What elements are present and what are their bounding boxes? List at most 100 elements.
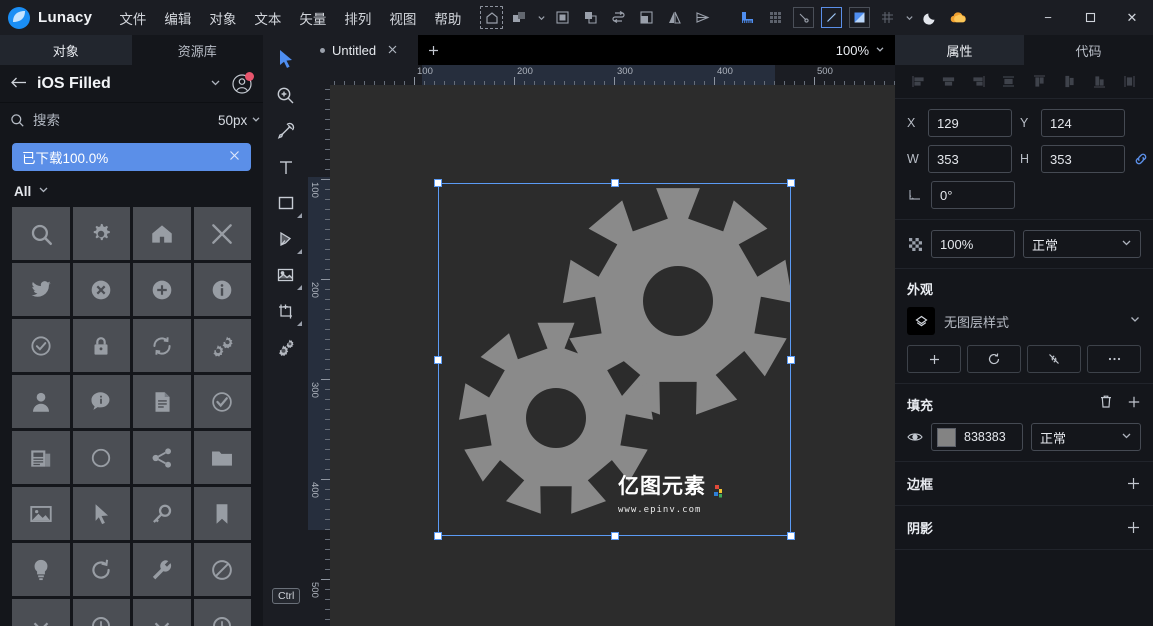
gradient-icon[interactable]: [846, 4, 873, 31]
align-left-icon[interactable]: [907, 71, 929, 93]
library-icon-cell[interactable]: [194, 319, 252, 372]
library-icon-cell[interactable]: [133, 487, 191, 540]
reset-style-button[interactable]: [967, 345, 1021, 373]
eyedropper-icon[interactable]: [269, 113, 303, 149]
distribute-vertical-icon[interactable]: [1119, 71, 1141, 93]
boolean-intersect-icon[interactable]: [577, 4, 604, 31]
close-button[interactable]: ✕: [1111, 0, 1153, 35]
fill-blend-mode-select[interactable]: 正常: [1031, 423, 1141, 451]
more-options-button[interactable]: [1087, 345, 1141, 373]
select-tool[interactable]: [269, 41, 303, 77]
menu-item-text[interactable]: 文本: [245, 4, 290, 32]
link-constrain-icon[interactable]: [1133, 151, 1149, 167]
library-icon-cell[interactable]: [133, 431, 191, 484]
menu-item-object[interactable]: 对象: [200, 4, 245, 32]
text-t-icon[interactable]: [269, 149, 303, 185]
add-border-icon[interactable]: [1126, 476, 1141, 491]
menu-item-vector[interactable]: 矢量: [290, 4, 335, 32]
library-icon-cell[interactable]: [73, 263, 131, 316]
selection-handle-s[interactable]: [611, 532, 619, 540]
library-icon-cell[interactable]: [12, 599, 70, 626]
selection-handle-ne[interactable]: [787, 179, 795, 187]
trash-icon[interactable]: [1099, 394, 1113, 414]
new-tab-button[interactable]: [418, 35, 448, 65]
minimize-button[interactable]: −: [1027, 0, 1069, 35]
line-tool-icon[interactable]: [818, 4, 845, 31]
add-shadow-icon[interactable]: [1126, 520, 1141, 535]
chevron-down-icon[interactable]: [534, 13, 548, 22]
library-icon-cell[interactable]: [194, 207, 252, 260]
flip-horizontal-icon[interactable]: [661, 4, 688, 31]
artboard-icon[interactable]: [478, 4, 505, 31]
zoom-level-select[interactable]: 100%: [836, 35, 895, 65]
library-icon-cell[interactable]: [133, 263, 191, 316]
menu-item-file[interactable]: 文件: [110, 4, 155, 32]
fill-swatch[interactable]: [937, 428, 956, 447]
add-fill-icon[interactable]: [1127, 395, 1141, 414]
menu-item-arrange[interactable]: 排列: [335, 4, 380, 32]
library-icon-cell[interactable]: [12, 543, 70, 596]
flip-vertical-icon[interactable]: [689, 4, 716, 31]
align-bottom-icon[interactable]: [1089, 71, 1111, 93]
boolean-difference-icon[interactable]: [605, 4, 632, 31]
crop-artboard-icon[interactable]: [269, 293, 303, 329]
vertical-ruler[interactable]: 100200300400500600: [308, 85, 330, 626]
pixel-grid-icon[interactable]: [874, 4, 901, 31]
align-center-vertical-icon[interactable]: [1058, 71, 1080, 93]
tab-properties[interactable]: 属性: [895, 35, 1024, 65]
selection-handle-w[interactable]: [434, 356, 442, 364]
library-icon-cell[interactable]: [73, 599, 131, 626]
mask-icon[interactable]: [633, 4, 660, 31]
library-icon-cell[interactable]: [194, 431, 252, 484]
menu-item-help[interactable]: 帮助: [425, 4, 470, 32]
library-icon-cell[interactable]: [133, 319, 191, 372]
horizontal-ruler[interactable]: 100200300400500600: [308, 65, 895, 85]
dark-mode-moon-icon[interactable]: [917, 4, 944, 31]
y-field[interactable]: 124: [1041, 109, 1125, 137]
distribute-horizontal-icon[interactable]: [998, 71, 1020, 93]
document-tab-untitled[interactable]: Untitled: [308, 35, 418, 65]
library-icon-cell[interactable]: [194, 263, 252, 316]
gears-vector-artwork[interactable]: 亿图元素 www.epinv.com: [438, 183, 791, 536]
align-right-icon[interactable]: [968, 71, 990, 93]
library-icon-cell[interactable]: [73, 543, 131, 596]
layer-style-row[interactable]: 无图层样式: [907, 307, 1141, 335]
library-icon-cell[interactable]: [73, 487, 131, 540]
fill-color-field[interactable]: 838383: [931, 423, 1023, 451]
close-icon[interactable]: [387, 43, 398, 58]
library-icon-cell[interactable]: [133, 207, 191, 260]
selection-handle-n[interactable]: [611, 179, 619, 187]
rectangle-icon[interactable]: [269, 185, 303, 221]
selection-handle-e[interactable]: [787, 356, 795, 364]
category-filter[interactable]: All: [0, 175, 263, 207]
library-icon-cell[interactable]: [194, 599, 252, 626]
library-icon-cell[interactable]: [12, 263, 70, 316]
library-icon-cell[interactable]: [12, 487, 70, 540]
library-icon-cell[interactable]: [73, 207, 131, 260]
icon-size-select[interactable]: 50px: [218, 113, 261, 128]
cloud-icon[interactable]: [945, 4, 972, 31]
image-icon[interactable]: [269, 257, 303, 293]
chevron-down-icon[interactable]: [902, 13, 916, 22]
sidebar-tab-library[interactable]: 资源库: [132, 35, 264, 65]
opacity-field[interactable]: 100%: [931, 230, 1015, 258]
chevron-down-icon[interactable]: [1129, 312, 1141, 330]
menu-item-edit[interactable]: 编辑: [155, 4, 200, 32]
library-icon-cell[interactable]: [12, 319, 70, 372]
h-field[interactable]: 353: [1041, 145, 1125, 173]
design-canvas[interactable]: 亿图元素 www.epinv.com: [330, 85, 895, 626]
library-icon-cell[interactable]: [194, 487, 252, 540]
selection-handle-nw[interactable]: [434, 179, 442, 187]
sidebar-tab-objects[interactable]: 对象: [0, 35, 132, 65]
selection-handle-sw[interactable]: [434, 532, 442, 540]
align-top-icon[interactable]: [1028, 71, 1050, 93]
grid-icon[interactable]: [762, 4, 789, 31]
library-icon-cell[interactable]: [133, 543, 191, 596]
pen-nib-icon[interactable]: [269, 221, 303, 257]
library-icon-cell[interactable]: [12, 207, 70, 260]
eye-visible-icon[interactable]: [907, 431, 923, 443]
tab-code[interactable]: 代码: [1024, 35, 1153, 65]
boolean-union-icon[interactable]: [506, 4, 533, 31]
user-avatar-icon[interactable]: [231, 73, 253, 95]
library-icon-cell[interactable]: [133, 375, 191, 428]
